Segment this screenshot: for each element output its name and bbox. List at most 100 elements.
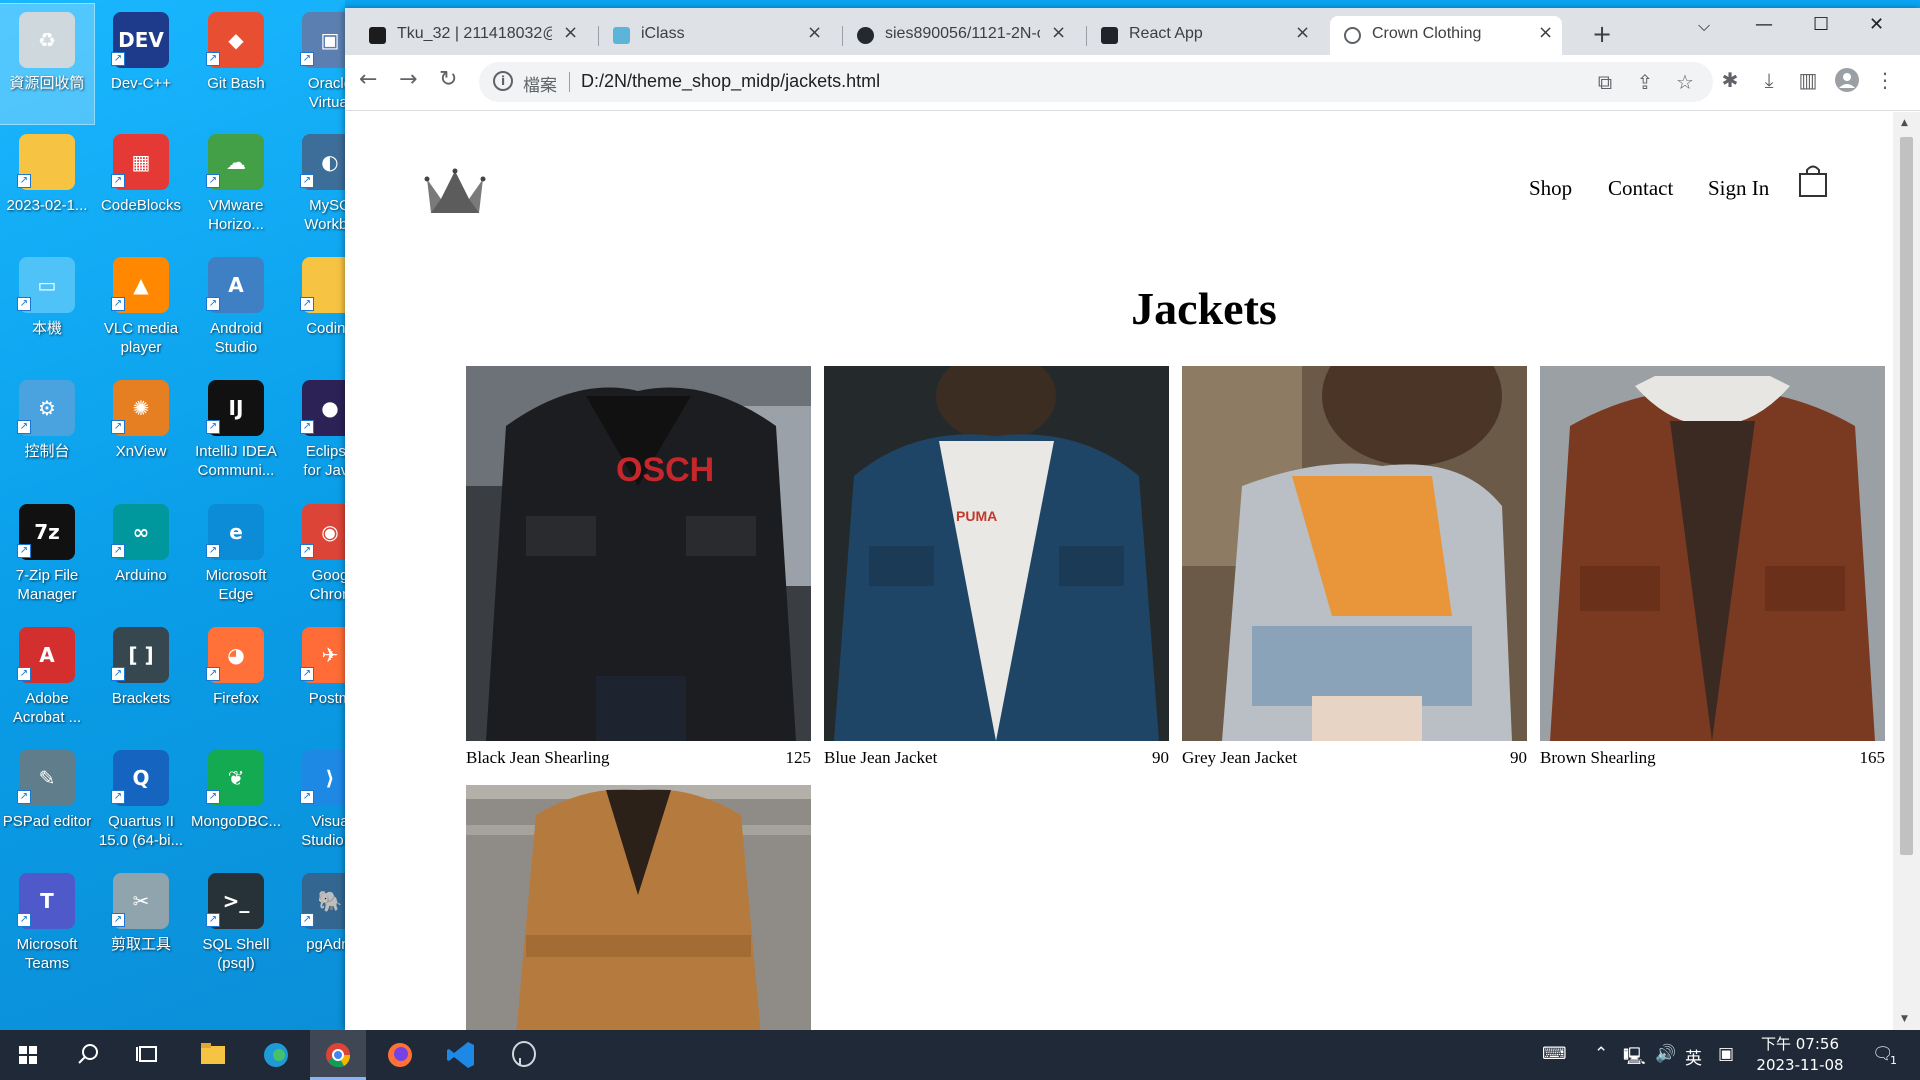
desktop-icon[interactable]: ✎ ↗ PSPad editor <box>0 742 94 862</box>
forward-button[interactable]: → <box>399 67 417 92</box>
desktop-icon-label: Git Bash <box>207 75 265 92</box>
show-hidden-icons-icon[interactable]: ⌃ <box>1594 1044 1608 1064</box>
url-text[interactable]: D:/2N/theme_shop_midp/jackets.html <box>581 71 880 92</box>
desktop-icon[interactable]: [ ] ↗ Brackets <box>94 619 188 739</box>
desktop-icon-label: Arduino <box>115 567 167 584</box>
nav-shop-link[interactable]: Shop <box>1529 176 1572 201</box>
ime-mode-icon[interactable]: ▣ <box>1718 1044 1734 1064</box>
scroll-down-arrow-icon[interactable]: ▼ <box>1901 1014 1908 1024</box>
shopping-bag-icon[interactable] <box>1798 164 1828 202</box>
desktop-icon[interactable]: ↗ 2023-02-1... <box>0 126 94 246</box>
shortcut-arrow-icon: ↗ <box>17 667 31 681</box>
desktop-icon[interactable]: >_ ↗ SQL Shell (psql) <box>189 865 283 985</box>
profile-avatar[interactable] <box>1835 68 1859 92</box>
system-clock[interactable]: 下午 07:56 2023-11-08 <box>1740 1034 1860 1076</box>
desktop-icon[interactable]: ◆ ↗ Git Bash <box>189 4 283 124</box>
desktop-icon[interactable]: ✺ ↗ XnView <box>94 372 188 492</box>
scroll-up-arrow-icon[interactable]: ▲ <box>1901 118 1908 128</box>
keyboard-layout-icon[interactable]: ⌨ <box>1542 1044 1567 1064</box>
crown-logo-icon[interactable] <box>423 167 487 221</box>
new-tab-button[interactable]: + <box>1592 20 1612 48</box>
pgadmin-taskbar-icon[interactable] <box>496 1030 552 1080</box>
shortcut-arrow-icon: ↗ <box>17 544 31 558</box>
tab-crown-clothing[interactable]: Crown Clothing × <box>1330 16 1562 55</box>
nav-sign-in-link[interactable]: Sign In <box>1708 176 1769 201</box>
close-icon[interactable]: × <box>1295 22 1310 43</box>
ime-language-indicator[interactable]: 英 <box>1685 1044 1702 1069</box>
edge-taskbar-icon[interactable] <box>248 1030 304 1080</box>
svg-text:PUMA: PUMA <box>956 508 997 524</box>
tab-tku[interactable]: Tku_32 | 211418032@o × <box>355 16 587 55</box>
desktop-icon[interactable]: ☁ ↗ VMware Horizo... <box>189 126 283 246</box>
shortcut-arrow-icon: ↗ <box>17 297 31 311</box>
side-panel-icon[interactable]: ▥ <box>1796 68 1820 92</box>
tab-react-app[interactable]: React App × <box>1087 16 1319 55</box>
tab-github[interactable]: sies890056/1121-2N-cl × <box>843 16 1075 55</box>
desktop-icon-label: 本機 <box>31 320 62 337</box>
translate-icon[interactable]: ⧉ <box>1593 70 1617 94</box>
back-button[interactable]: ← <box>359 67 377 92</box>
share-icon[interactable]: ⇪ <box>1633 70 1657 94</box>
task-view-icon[interactable] <box>120 1030 176 1080</box>
desktop-icon[interactable]: T ↗ Microsoft Teams <box>0 865 94 985</box>
desktop-icon[interactable]: ▭ ↗ 本機 <box>0 249 94 369</box>
scrollbar-thumb[interactable] <box>1900 137 1913 855</box>
desktop-icon[interactable]: ▲ ↗ VLC media player <box>94 249 188 369</box>
tab-title: React App <box>1129 25 1203 42</box>
desktop-icon[interactable]: DEV ↗ Dev-C++ <box>94 4 188 124</box>
desktop-icon[interactable]: ❦ ↗ MongoDBC... <box>189 742 283 862</box>
close-icon[interactable]: × <box>1051 22 1066 43</box>
close-window-button[interactable]: ✕ <box>1869 14 1884 35</box>
desktop-icon-label: PSPad editor <box>2 813 92 830</box>
desktop-icon-label: VMware Horizo... <box>208 197 264 233</box>
bookmark-star-icon[interactable]: ☆ <box>1673 70 1697 94</box>
desktop-icon[interactable]: ◕ ↗ Firefox <box>189 619 283 739</box>
nav-contact-link[interactable]: Contact <box>1608 176 1673 201</box>
desktop-icon[interactable]: e ↗ Microsoft Edge <box>189 496 283 616</box>
minimize-button[interactable]: — <box>1755 14 1773 35</box>
desktop-icon[interactable]: ♻ 資源回收筒 <box>0 3 95 125</box>
shortcut-arrow-icon: ↗ <box>300 790 314 804</box>
extensions-icon[interactable]: ✱ <box>1718 68 1742 92</box>
desktop-icon[interactable]: ✂ ↗ 剪取工具 <box>94 865 188 985</box>
close-icon[interactable]: × <box>563 22 578 43</box>
github-icon <box>857 27 874 44</box>
desktop-icon[interactable]: ∞ ↗ Arduino <box>94 496 188 616</box>
product-image-brown-shearling[interactable] <box>1540 366 1885 741</box>
address-bar[interactable]: i 檔案 D:/2N/theme_shop_midp/jackets.html … <box>479 62 1713 102</box>
maximize-button[interactable]: ☐ <box>1813 14 1829 35</box>
site-info-icon[interactable]: i <box>493 71 513 91</box>
desktop-icon[interactable]: ▦ ↗ CodeBlocks <box>94 126 188 246</box>
desktop-icon[interactable]: Q ↗ Quartus II 15.0 (64-bi... <box>94 742 188 862</box>
tab-iclass[interactable]: iClass × <box>599 16 831 55</box>
desktop-icon-label: 資源回收筒 <box>9 75 85 92</box>
tab-search-icon[interactable]: ⌵ <box>1698 16 1710 36</box>
desktop-icon[interactable]: ⚙ ↗ 控制台 <box>0 372 94 492</box>
firefox-taskbar-icon[interactable] <box>372 1030 428 1080</box>
desktop-icon[interactable]: A ↗ Android Studio <box>189 249 283 369</box>
desktop-icon[interactable]: 7z ↗ 7-Zip File Manager <box>0 496 94 616</box>
menu-kebab-icon[interactable]: ⋮ <box>1873 68 1897 92</box>
close-icon[interactable]: × <box>1538 22 1553 43</box>
shortcut-arrow-icon: ↗ <box>111 420 125 434</box>
chrome-taskbar-icon[interactable] <box>310 1030 366 1080</box>
product-image-blue-jacket[interactable]: PUMA <box>824 366 1169 741</box>
network-icon[interactable]: 🖳 <box>1623 1044 1646 1073</box>
search-icon[interactable] <box>60 1030 116 1080</box>
start-button[interactable] <box>0 1030 56 1080</box>
tab-title: Tku_32 | 211418032@o <box>397 25 552 42</box>
product-image-grey-jacket[interactable] <box>1182 366 1527 741</box>
file-explorer-icon[interactable] <box>185 1030 241 1080</box>
volume-icon[interactable]: 🔊 <box>1655 1044 1676 1064</box>
close-icon[interactable]: × <box>807 22 822 43</box>
page-scrollbar[interactable]: ▲ ▼ <box>1893 112 1920 1030</box>
desktop-icon[interactable]: IJ ↗ IntelliJ IDEA Communi... <box>189 372 283 492</box>
download-icon[interactable]: ⤓ <box>1757 68 1781 92</box>
divider <box>569 72 570 92</box>
product-image-camel-coat[interactable] <box>466 785 811 1030</box>
desktop-icon[interactable]: A ↗ Adobe Acrobat ... <box>0 619 94 739</box>
desktop-icon-label: 7-Zip File Manager <box>15 567 79 603</box>
reload-button[interactable]: ↻ <box>439 67 457 92</box>
vscode-taskbar-icon[interactable] <box>434 1030 490 1080</box>
product-image-black-jacket[interactable]: OSCH <box>466 366 811 741</box>
